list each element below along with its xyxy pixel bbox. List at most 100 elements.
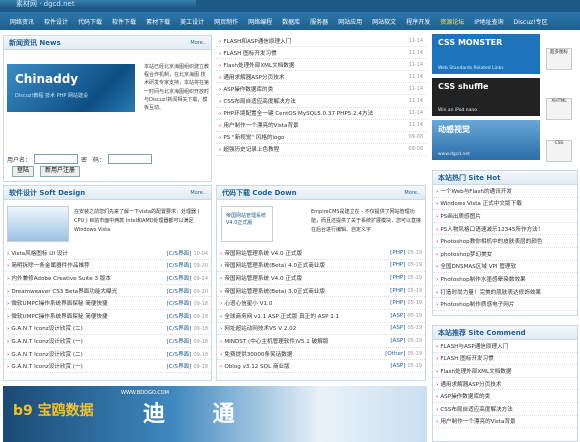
list-item-link[interactable]: 网址超站动网技术V5 V 2.02 [224, 326, 296, 332]
list-item-link[interactable]: 一个Web与Flash的通讯开发 [440, 189, 512, 195]
list-item-link[interactable]: MINDST (中心主机管理软件)V5.1 破解版 [224, 339, 328, 345]
list-item-link[interactable]: Photoshop制作水墨感晕染数效果 [440, 277, 525, 283]
list-item-link[interactable]: 全球商务网 v1.1 ASP 正式版 真正的 ASP 1.1 [224, 314, 339, 320]
list-item[interactable]: › G.A.N.T Iconz设计欣赏 (一) [C/S界面] 09-18 [4, 360, 211, 373]
list-item-link[interactable]: 帝国网站管理系统 V4.0 正式版 [224, 276, 302, 282]
list-item-link[interactable]: PS人物风格口语速减乐12345所作方法！ [440, 227, 543, 233]
list-item[interactable]: › PHP环境配置全一键 CentOS MySQL5.0.37 PHP5.2.4方… [216, 108, 426, 120]
list-item-link[interactable]: CSS布局自适应高度解决方法 [223, 99, 296, 105]
soft-design-thumbnail[interactable] [7, 206, 69, 242]
list-item-link[interactable]: CSS布局自适应高度解决方法 [440, 407, 513, 413]
list-item[interactable]: › PS人物风格口语速减乐12345所作方法！ [433, 223, 577, 236]
category-tag[interactable]: [ASP] [390, 313, 405, 319]
category-tag[interactable]: [C/S界面] [167, 263, 192, 269]
list-item[interactable]: › FLASH 图标开发习惯 [433, 353, 577, 366]
category-tag[interactable]: [C/S界面] [167, 326, 192, 332]
list-item-link[interactable]: Photoshop制作质感电子网片 [440, 302, 514, 308]
soft-design-more-link[interactable]: More.. [190, 190, 206, 196]
list-item-link[interactable]: 用户制作一个漂亮的Vista背景 [223, 123, 298, 129]
list-item-link[interactable]: Windows Vista 正式中文版下载 [440, 201, 521, 207]
site-logo[interactable]: 素材网 · dgcd.net [0, 0, 196, 8]
list-item-link[interactable]: 通用求解器ASP分页技术 [223, 75, 284, 81]
list-item-link[interactable]: 打造时尚力量！完美的肌肤表达修饰效果 [440, 290, 541, 296]
list-item[interactable]: › Photoshop教你相机中的皮肤表层的颜色 [433, 235, 577, 248]
list-item[interactable]: › Flash处理外部XML文档数据 [433, 365, 577, 378]
nav-item[interactable]: 网页制作 [214, 17, 238, 26]
list-item[interactable]: › ASP操作数据库的类 11-14 [216, 83, 426, 96]
list-item[interactable]: › CSS布局自适应高度解决方法 11-14 [216, 95, 426, 108]
category-tag[interactable]: [C/S界面] [167, 364, 192, 370]
list-item-link[interactable]: ASP操作数据库的类 [440, 394, 490, 400]
list-item[interactable]: › FLASH与ASP通信原理入门 [433, 340, 577, 353]
list-item[interactable]: › G.A.N.T Iconz设计欣赏 (二) [C/S界面] 09-18 [4, 348, 211, 361]
list-item[interactable]: › 帝国网站管理系统 V4.0 正式版 [PHP] 05-19 [217, 272, 425, 285]
icons-side-link[interactable]: 超多图标 [546, 48, 572, 70]
css-side-link[interactable]: CSS [546, 140, 572, 162]
nav-item[interactable]: 程序开发 [406, 17, 430, 26]
login-button[interactable]: 登陆 [12, 166, 35, 177]
list-item-link[interactable]: ASP操作数据库的类 [223, 87, 273, 93]
list-item[interactable]: › 免费提供30000条笑话数据 [Other] 05-19 [217, 348, 425, 361]
list-item[interactable]: › G.A.N.T Iconz设计欣赏 (二) [C/S界面] 09-18 [4, 323, 211, 336]
list-item-link[interactable]: 帝国网站管理系统 V4.0 正式版 [224, 251, 302, 257]
list-item-link[interactable]: 帝国网站管理系统(Beta) 3.0正式商业版 [224, 289, 325, 295]
password-input[interactable] [108, 154, 153, 164]
code-down-thumbnail[interactable]: 帝国网站管理系统 V4.0正式版 [221, 206, 273, 242]
register-button[interactable]: 新用户注册 [40, 166, 81, 177]
css-monster-ad[interactable]: CSS MONSTER Web Standards Related Links [432, 34, 540, 74]
list-item[interactable]: › 全国DNSMAS区域 VPI 管理软 [433, 261, 577, 274]
news-more-link[interactable]: More.. [190, 40, 206, 46]
animation-ad[interactable]: 动感视觉 www.dgcd.net [432, 120, 540, 160]
list-item[interactable]: › 打造时尚力量！完美的肌肤表达修饰效果 [433, 286, 577, 299]
list-item-link[interactable]: FLASH 图标开发习惯 [223, 51, 276, 57]
list-item[interactable]: › FLASH 图标开发习惯 11-14 [216, 47, 426, 60]
list-item-link[interactable]: 心语心信星小 V1.0 [224, 301, 272, 307]
nav-item[interactable]: 美工设计 [180, 17, 204, 26]
nav-item[interactable]: 网站软文 [372, 17, 396, 26]
list-item[interactable]: › Dreamweaver CS3 Beta界面功能大曝光 [C/S界面] 09-20 [4, 285, 211, 298]
nav-item[interactable]: 软件下载 [112, 17, 136, 26]
list-item-link[interactable]: 免费提供30000条笑话数据 [224, 352, 292, 358]
list-item[interactable]: › 全球商务网 v1.1 ASP 正式版 真正的 ASP 1.1 [ASP] 05-1… [217, 310, 425, 323]
list-item-link[interactable]: photoshop梦幻美女 [440, 252, 492, 258]
list-item[interactable]: › Photoshop制作质感电子网片 [433, 298, 577, 311]
list-item[interactable]: › 帝国网站管理系统(Beta) 3.0正式商业版 [PHP] 05-19 [217, 285, 425, 298]
nav-item[interactable]: 资源论坛 [440, 17, 464, 26]
nav-item[interactable]: 服务器 [310, 17, 328, 26]
list-item[interactable]: › 帝国网站管理系统(Beta) 4.0正式商业版 [PHP] 05-19 [217, 260, 425, 273]
list-item-link[interactable]: Vista风格图标 UI 设计 [11, 251, 68, 257]
list-item[interactable]: › 微软UMPC操作系统界面探秘 简便快捷 [C/S界面] 09-18 [4, 297, 211, 310]
username-input[interactable] [34, 154, 79, 164]
list-item[interactable]: › PS "新视觉" 风格的logo 09-08 [216, 132, 426, 144]
list-item-link[interactable]: 用户制作一个漂亮的Vista背景 [440, 419, 515, 425]
list-item-link[interactable]: Oblog v3.12 SQL 商业版 [224, 364, 289, 370]
category-tag[interactable]: [ASP] [390, 363, 405, 369]
nav-item[interactable]: 代码下载 [78, 17, 102, 26]
nav-item[interactable]: 素材下载 [146, 17, 170, 26]
list-item[interactable]: › Windows Vista 正式中文版下载 [433, 198, 577, 211]
list-item-link[interactable]: 全国DNSMAS区域 VPI 管理软 [440, 264, 516, 270]
list-item[interactable]: › 帝国网站管理系统 V4.0 正式版 [PHP] 05-19 [217, 247, 425, 260]
category-tag[interactable]: [ASP] [390, 325, 405, 331]
list-item-link[interactable]: G.A.N.T Iconz设计欣赏 (二) [11, 326, 83, 332]
list-item[interactable]: › ASP操作数据库的类 [433, 390, 577, 403]
list-item-link[interactable]: FLASH与ASP通信原理入门 [440, 344, 508, 350]
list-item[interactable]: › 一个Web与Flash的通讯开发 [433, 185, 577, 198]
list-item[interactable]: › MINDST (中心主机管理软件)V5.1 破解版 [ASP] 05-19 [217, 335, 425, 348]
category-tag[interactable]: [C/S界面] [167, 301, 192, 307]
list-item[interactable]: › 网址超站动网技术V5 V 2.02 [ASP] 05-19 [217, 323, 425, 336]
list-item-link[interactable]: PS画出质感图片 [440, 214, 481, 220]
list-item[interactable]: › 心语心信星小 V1.0 [PHP] 05-19 [217, 297, 425, 310]
category-tag[interactable]: [Other] [385, 351, 405, 357]
category-tag[interactable]: [PHP] [390, 275, 405, 281]
list-item-link[interactable]: 内外兼修Adobe Creative Suite 3 版本 [11, 276, 111, 282]
category-tag[interactable]: [C/S界面] [167, 352, 192, 358]
list-item-link[interactable]: FLASH 图标开发习惯 [440, 356, 493, 362]
list-item[interactable]: › FLASH和ASP通信原理入门 11-14 [216, 35, 426, 48]
nav-item[interactable]: 网络编程 [248, 17, 272, 26]
category-tag[interactable]: [PHP] [390, 300, 405, 306]
list-item[interactable]: › 通用求解器ASP分页技术 [433, 378, 577, 391]
list-item-link[interactable]: FLASH和ASP通信原理入门 [223, 39, 291, 45]
nav-item[interactable]: 软件设计 [44, 17, 68, 26]
xhtml-side-link[interactable]: XHTML [546, 98, 572, 120]
